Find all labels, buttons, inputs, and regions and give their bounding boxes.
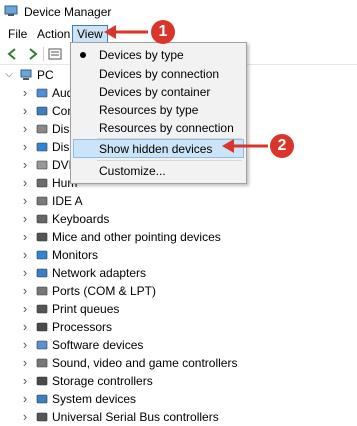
arrow-head-1 [104,25,116,39]
chevron-right-icon[interactable]: › [20,408,30,426]
usb-icon [36,411,48,423]
tree-item-label: Storage controllers [52,374,153,388]
callout-one: 1 [151,20,175,44]
chevron-right-icon[interactable]: › [20,390,30,408]
arrow-head-2 [222,139,234,153]
storage-icon [36,375,48,387]
annotation-arrows [104,25,268,153]
tree-item[interactable]: › Storage controllers [0,372,357,390]
chevron-right-icon[interactable]: › [20,372,30,390]
tree-item[interactable]: › Universal Serial Bus controllers [0,408,357,426]
callout-two: 2 [270,134,294,158]
system-icon [36,393,48,405]
tree-item-label: System devices [52,392,137,406]
tree-item[interactable]: › System devices [0,390,357,408]
tree-item-label: Universal Serial Bus controllers [52,410,219,424]
